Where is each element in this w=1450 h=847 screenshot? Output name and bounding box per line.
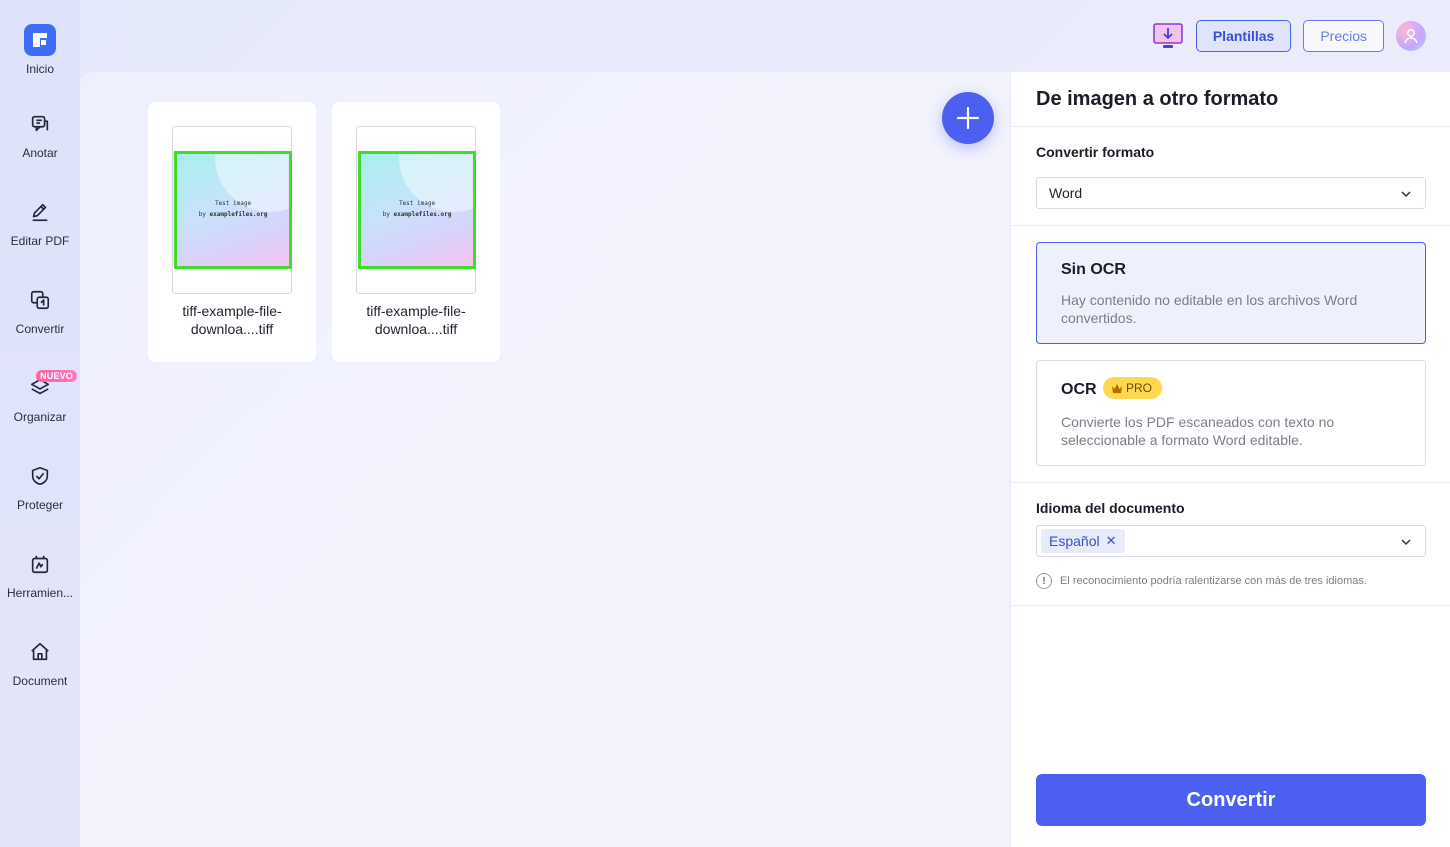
language-tag: Español ✕ [1041,529,1125,553]
format-label: Convertir formato [1036,144,1155,160]
shield-icon [28,464,52,488]
remove-tag-icon[interactable]: ✕ [1106,533,1117,549]
sidebar-item-proteger[interactable]: Proteger [0,464,80,544]
download-app-button[interactable] [1152,21,1184,51]
download-desktop-icon [1153,23,1183,48]
tools-icon [28,552,52,576]
option-ocr[interactable]: OCR PRO Convierte los PDF escaneados con… [1036,360,1426,466]
edit-icon [28,200,52,224]
crown-icon [1112,383,1122,393]
file-name: tiff-example-file- downloa....tiff [366,303,466,337]
format-select[interactable]: Word [1036,177,1426,209]
language-hint: ! El reconocimiento podría ralentizarse … [1036,573,1367,589]
format-select-value: Word [1049,185,1083,201]
app-logo-icon [24,24,56,56]
convert-button[interactable]: Convertir [1036,774,1426,826]
file-name: tiff-example-file- downloa....tiff [182,303,282,337]
divider [1011,126,1450,127]
panel-title: De imagen a otro formato [1036,88,1279,110]
add-file-button[interactable] [942,92,994,144]
option-description: Hay contenido no editable en los archivo… [1061,292,1358,326]
convert-icon [28,288,52,312]
sidebar-item-editar-pdf[interactable]: Editar PDF [0,200,80,280]
sidebar-item-herramientas[interactable]: Herramien... [0,552,80,632]
pricing-button[interactable]: Precios [1303,20,1384,52]
templates-button[interactable]: Plantillas [1195,20,1292,52]
divider [1011,605,1450,606]
new-badge: NUEVO [36,370,78,382]
sidebar-item-label: Proteger [16,498,64,512]
sidebar-item-organizar[interactable]: NUEVO Organizar [0,370,80,456]
sidebar-item-label: Editar PDF [10,234,70,248]
plus-icon [956,106,980,130]
sidebar-item-label: Convertir [15,322,65,336]
sidebar-item-document[interactable]: Document [0,640,80,720]
file-thumbnail: Test image by examplefiles.org [172,126,292,294]
convert-panel: De imagen a otro formato Convertir forma… [1010,72,1450,847]
sidebar-item-label: Anotar [22,146,58,160]
pro-badge: PRO [1103,377,1163,399]
house-icon [28,640,52,664]
divider [1011,225,1450,226]
thumbnail-text: Test image [398,200,436,207]
language-label: Idioma del documento [1036,500,1185,516]
option-description: Convierte los PDF escaneados con texto n… [1061,414,1335,448]
sidebar-item-label: Document [12,674,68,688]
option-sin-ocr[interactable]: Sin OCR Hay contenido no editable en los… [1036,242,1426,344]
thumbnail-image: Test image by examplefiles.org [174,151,292,269]
chevron-down-icon [1401,191,1411,198]
chevron-down-icon [1401,539,1411,546]
option-title: Sin OCR [1061,261,1126,278]
divider [1011,482,1450,483]
annotate-icon [28,112,52,136]
sidebar: Inicio Anotar Editar PDF Convertir NUEVO… [0,0,80,847]
avatar[interactable] [1396,21,1426,51]
thumbnail-image: Test image by examplefiles.org [358,151,476,269]
language-select[interactable]: Español ✕ [1036,525,1426,557]
option-title: OCR [1061,381,1097,398]
sidebar-item-label: Organizar [13,410,67,424]
file-thumbnail: Test image by examplefiles.org [356,126,476,294]
sidebar-item-label: Inicio [25,62,54,76]
file-workspace: Test image by examplefiles.org tiff-exam… [80,72,1010,847]
file-card[interactable]: Test image by examplefiles.org tiff-exam… [148,102,316,362]
thumbnail-text: by examplefiles.org [382,211,452,218]
sidebar-item-inicio[interactable]: Inicio [0,24,80,104]
thumbnail-text: Test image [214,200,252,207]
thumbnail-text: by examplefiles.org [198,211,268,218]
top-actions: Plantillas Precios [1152,20,1426,52]
sidebar-item-label: Herramien... [6,586,74,600]
sidebar-item-convertir[interactable]: Convertir [0,288,80,368]
info-icon: ! [1036,573,1052,589]
file-card[interactable]: Test image by examplefiles.org tiff-exam… [332,102,500,362]
sidebar-item-anotar[interactable]: Anotar [0,112,80,192]
user-icon [1404,29,1418,44]
